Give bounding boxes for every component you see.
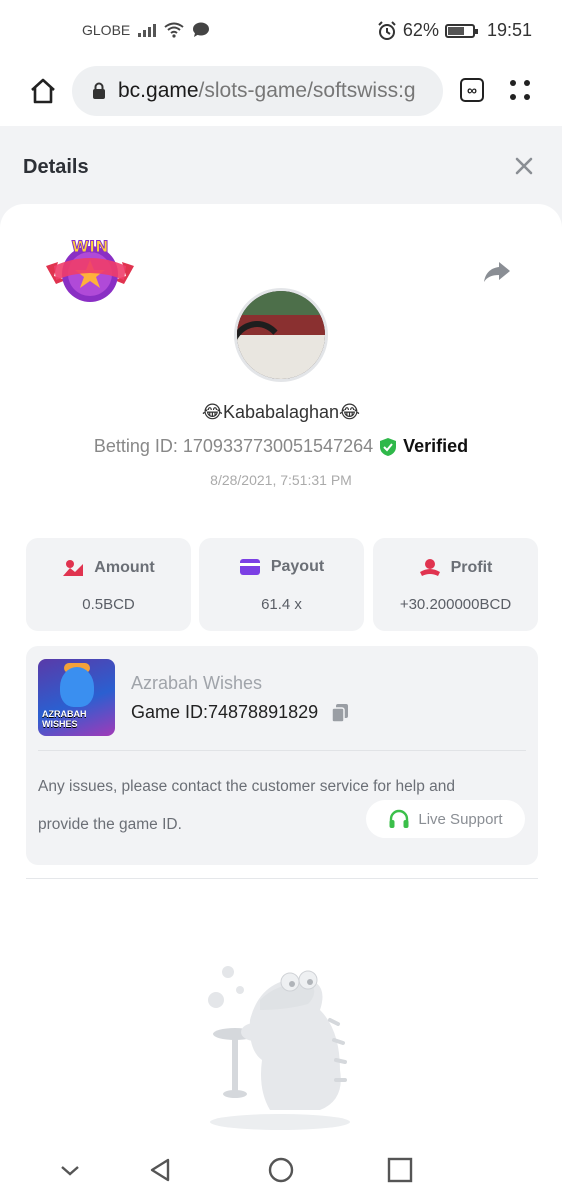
browser-toolbar: bc.game/slots-game/softswiss:g ∞: [0, 64, 562, 126]
game-name: Azrabah Wishes: [131, 673, 263, 693]
stat-amount: Amount 0.5BCD: [26, 538, 191, 631]
share-icon[interactable]: [482, 256, 512, 286]
section-divider: [26, 878, 538, 879]
signal-icon: [138, 23, 157, 37]
game-info-box: AZRABAH WISHES Azrabah Wishes Game ID:74…: [26, 646, 538, 865]
stat-payout-label: Payout: [270, 558, 325, 575]
wifi-icon: [164, 22, 184, 38]
recents-icon[interactable]: [386, 1156, 414, 1184]
stat-profit-value: +30.200000BCD: [399, 596, 512, 613]
battery-percent: 62%: [402, 20, 439, 40]
game-thumbnail[interactable]: AZRABAH WISHES: [38, 659, 115, 736]
win-badge-text: WIN: [72, 237, 109, 256]
url-host: bc.game: [118, 79, 199, 102]
divider: [38, 750, 526, 751]
battery-icon: [444, 23, 478, 38]
avatar: [234, 288, 328, 382]
verified-shield-icon: [380, 437, 397, 456]
betting-id: Betting ID: 1709337730051547264: [93, 436, 374, 456]
amount-icon: [63, 560, 84, 576]
stat-amount-value: 0.5BCD: [82, 596, 135, 613]
betting-id-row: Betting ID: 1709337730051547264 Verified: [0, 436, 562, 457]
game-thumb-label: AZRABAH WISHES: [42, 709, 87, 729]
status-left: GLOBE: [82, 22, 210, 38]
page-title: Details: [23, 156, 89, 178]
clock: 19:51: [486, 20, 532, 40]
menu-dots-icon[interactable]: [508, 78, 532, 102]
live-support-button[interactable]: Live Support: [366, 800, 525, 838]
lock-icon: [93, 82, 105, 99]
bet-timestamp: 8/28/2021, 7:51:31 PM: [210, 472, 352, 488]
details-header: Details: [0, 126, 562, 206]
home-icon[interactable]: [28, 76, 58, 106]
win-badge-icon: WIN: [46, 237, 134, 302]
live-support-label: Live Support: [418, 810, 503, 828]
stat-profit: Profit +30.200000BCD: [373, 538, 538, 631]
stat-payout-value: 61.4 x: [261, 596, 302, 613]
username: 😂Kababalaghan😂: [201, 402, 361, 422]
status-bar: GLOBE 62% 19:51: [0, 0, 562, 64]
copy-icon[interactable]: [330, 703, 350, 723]
address-bar[interactable]: bc.game/slots-game/softswiss:g: [72, 66, 443, 116]
tabs-infinity-icon: ∞: [467, 82, 477, 98]
battery-fill: [447, 26, 465, 35]
game-id-row: Game ID:74878891829: [131, 702, 350, 723]
url-path: /slots-game/softswiss:g: [198, 79, 416, 102]
chat-bubble-icon: [193, 22, 210, 37]
tabs-button[interactable]: ∞: [460, 78, 484, 102]
headset-icon: [389, 809, 409, 828]
stat-profit-label: Profit: [450, 559, 493, 576]
system-nav-bar: [0, 1140, 562, 1200]
stat-payout: Payout 61.4 x: [199, 538, 364, 631]
close-icon[interactable]: [512, 154, 536, 178]
details-card: WIN 😂Kababalaghan😂 Betting ID: 170933773…: [0, 204, 562, 1200]
alarm-icon: [378, 20, 396, 40]
status-right: 62% 19:51: [377, 20, 532, 41]
crocodile-mascot-icon: [208, 966, 350, 1130]
verified-label: Verified: [403, 436, 469, 456]
back-icon[interactable]: [146, 1156, 174, 1184]
payout-icon: [239, 559, 260, 575]
game-id: Game ID:74878891829: [131, 702, 319, 722]
chevron-down-icon[interactable]: [56, 1156, 84, 1184]
carrier-label: GLOBE: [82, 22, 131, 38]
home-circle-icon[interactable]: [267, 1156, 295, 1184]
stat-amount-label: Amount: [94, 559, 155, 576]
profit-icon: [419, 559, 440, 576]
